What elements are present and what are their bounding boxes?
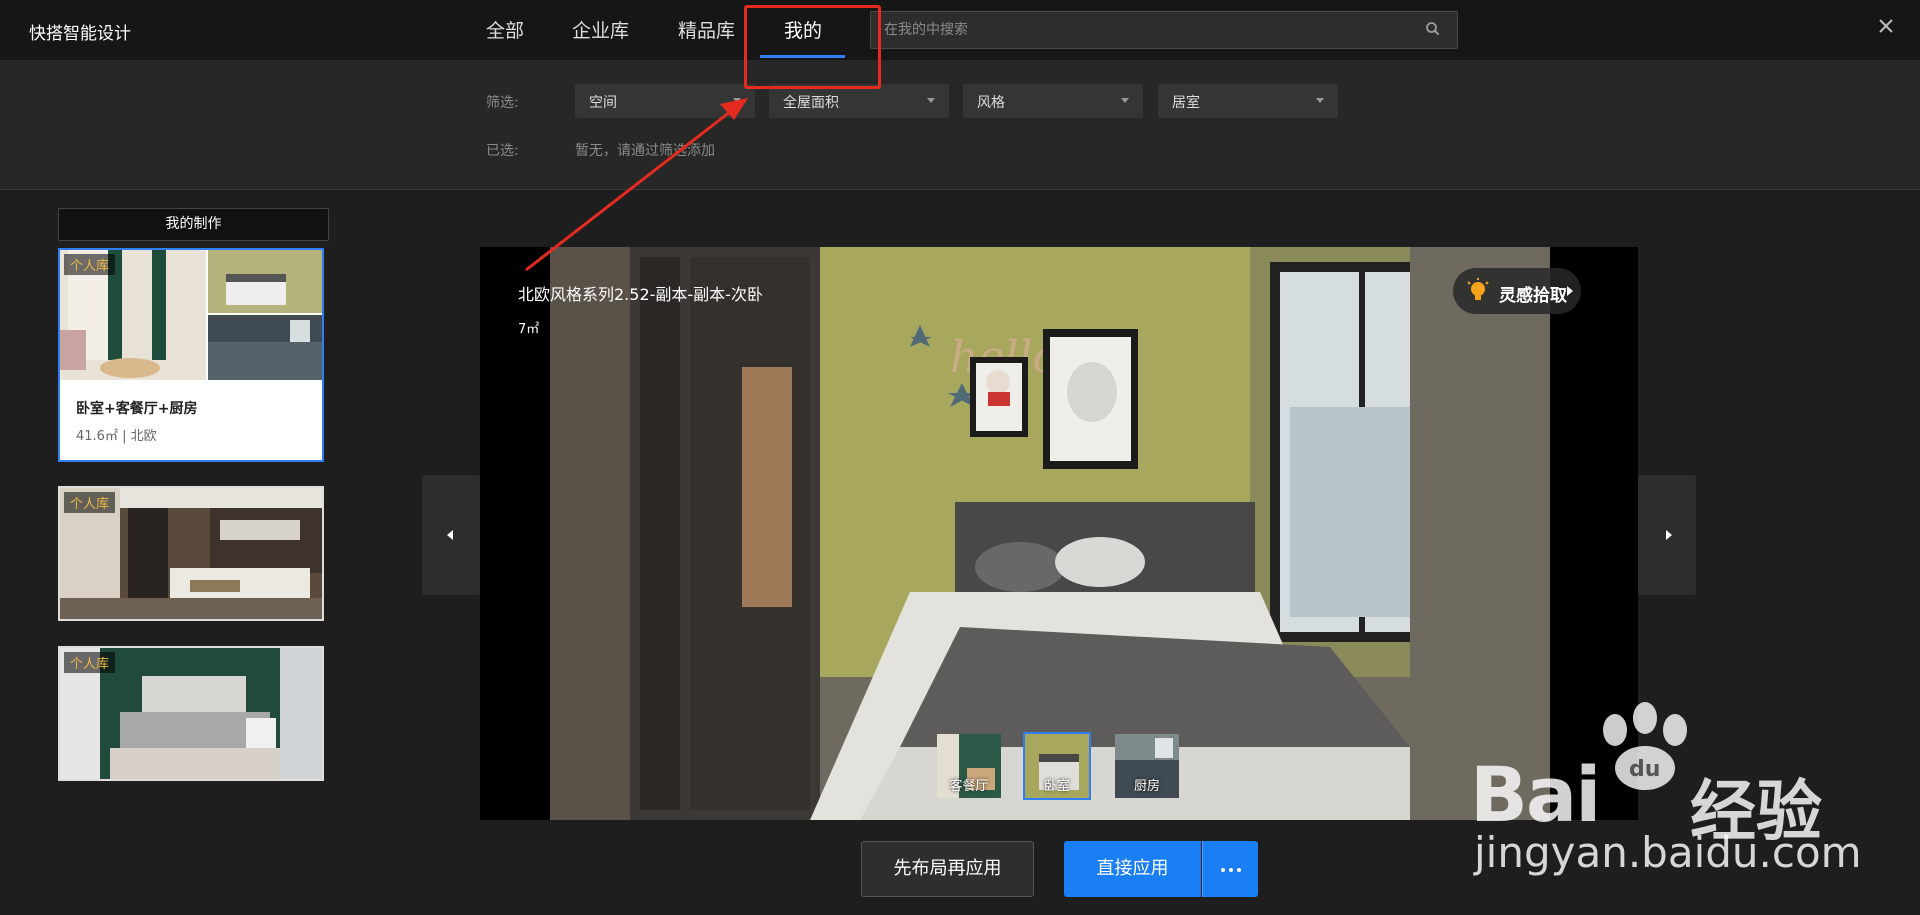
space-dropdown[interactable]: 空间 — [575, 84, 755, 118]
filter-label: 筛选: — [486, 95, 519, 111]
chevron-down-icon — [927, 98, 935, 103]
tab-all[interactable]: 全部 — [486, 16, 524, 43]
selected-label: 已选: — [486, 143, 519, 159]
room-thumbnail-label: 客餐厅 — [949, 779, 989, 794]
room-thumbnail-bedroom[interactable]: 卧室 — [1023, 732, 1091, 800]
next-button[interactable] — [1638, 475, 1696, 595]
inspiration-pick-label: 灵感拾取 — [1499, 286, 1567, 306]
design-title: 北欧风格系列2.52-副本-副本-次卧 — [518, 285, 763, 304]
design-card[interactable]: 个人库 — [58, 486, 324, 621]
annotation-highlight-box — [744, 5, 881, 89]
card-title: 卧室+客餐厅+厨房 — [76, 401, 198, 417]
area-dropdown[interactable]: 全屋面积 — [769, 84, 949, 118]
close-icon[interactable] — [1878, 18, 1894, 34]
room-thumbnail-kitchen[interactable]: 厨房 — [1113, 732, 1181, 800]
area-dropdown-value: 全屋面积 — [783, 95, 839, 111]
chevron-right-icon — [1666, 530, 1672, 540]
tab-enterprise-library[interactable]: 企业库 — [572, 16, 629, 43]
personal-library-badge: 个人库 — [64, 254, 116, 275]
space-dropdown-value: 空间 — [589, 95, 617, 111]
style-dropdown-value: 风格 — [977, 95, 1005, 111]
chevron-down-icon — [1316, 98, 1324, 103]
chevron-left-icon — [447, 530, 453, 540]
layout-then-apply-button[interactable]: 先布局再应用 — [861, 841, 1034, 897]
personal-library-badge: 个人库 — [64, 652, 116, 673]
design-card[interactable]: 个人库 — [58, 646, 324, 781]
more-options-button[interactable] — [1202, 841, 1258, 897]
top-bar: 快搭智能设计 全部 企业库 精品库 我的 — [0, 0, 1920, 60]
search-icon[interactable] — [1424, 20, 1442, 38]
rooms-dropdown[interactable]: 居室 — [1158, 84, 1338, 118]
design-area: 7㎡ — [518, 322, 540, 337]
search-input[interactable] — [870, 11, 1458, 49]
design-card[interactable]: 个人库 卧室+客餐厅+厨房 41.6㎡ | 北欧 — [58, 248, 324, 462]
app-title: 快搭智能设计 — [29, 24, 131, 44]
watermark-url: jingyan.baidu.com — [1474, 828, 1862, 877]
inspiration-pick-button[interactable]: 灵感拾取 — [1453, 268, 1581, 314]
watermark-brand-cn: 经验 — [1690, 773, 1822, 850]
more-dots-icon — [1229, 868, 1233, 872]
chevron-down-icon — [1121, 98, 1129, 103]
tab-premium-library[interactable]: 精品库 — [678, 16, 735, 43]
lightbulb-icon — [1467, 278, 1489, 300]
more-dots-icon — [1221, 868, 1225, 872]
previous-button[interactable] — [422, 475, 480, 595]
selected-filters-note: 暂无，请通过筛选添加 — [575, 143, 715, 159]
room-thumbnail-label: 卧室 — [1043, 779, 1070, 794]
filter-panel — [0, 60, 1920, 190]
style-dropdown[interactable]: 风格 — [963, 84, 1143, 118]
card-meta: 41.6㎡ | 北欧 — [76, 429, 157, 444]
room-thumbnail-label: 厨房 — [1133, 779, 1160, 794]
my-creations-header[interactable]: 我的制作 — [58, 208, 329, 241]
rooms-dropdown-value: 居室 — [1172, 95, 1200, 111]
more-dots-icon — [1237, 868, 1241, 872]
personal-library-badge: 个人库 — [64, 492, 116, 513]
apply-directly-button[interactable]: 直接应用 — [1064, 841, 1201, 897]
room-thumbnail-dining[interactable]: 客餐厅 — [935, 732, 1003, 800]
chevron-down-icon — [733, 98, 741, 103]
play-icon — [1567, 286, 1573, 296]
